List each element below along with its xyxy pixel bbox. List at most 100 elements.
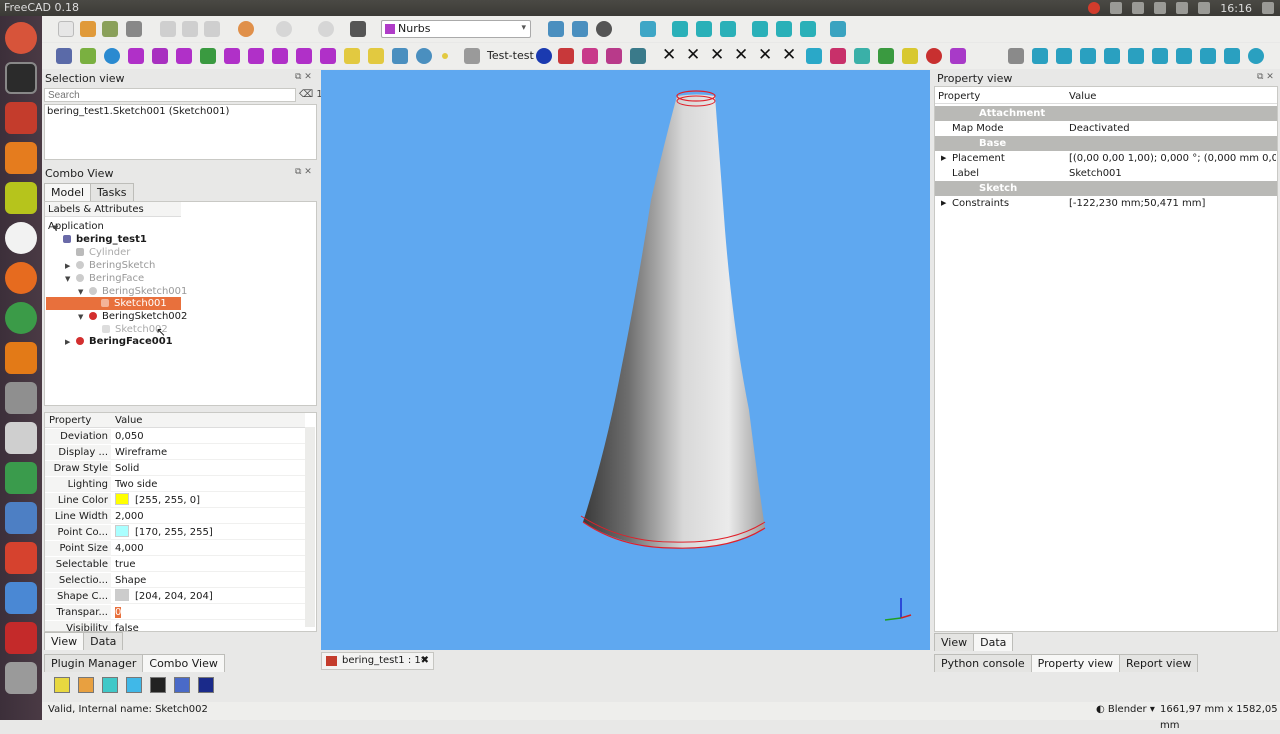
firefox-icon[interactable] [5,262,37,294]
spline-icon[interactable] [176,48,192,64]
copy-icon[interactable] [182,21,198,37]
tab-model[interactable]: Model [44,183,92,201]
musescore-icon[interactable] [5,222,37,254]
power-icon[interactable] [1262,2,1274,14]
search-input[interactable] [44,88,296,102]
close-icon[interactable]: ✕ [758,46,772,64]
grid-icon[interactable] [464,48,480,64]
property-row[interactable]: Point Size 4,000 [45,541,305,556]
tab-tasks[interactable]: Tasks [90,183,134,201]
settings-icon[interactable] [1110,2,1123,14]
property-value[interactable]: [255, 255, 0] [115,493,200,508]
property-value[interactable]: 0 [115,605,122,620]
property-row[interactable]: Deviation 0,050 [45,429,305,444]
property-group[interactable]: Sketch [935,181,1277,196]
eye-icon[interactable] [536,48,552,64]
grid-icon[interactable] [1008,48,1024,64]
macro-icon[interactable] [150,677,166,693]
surface-icon[interactable] [224,48,240,64]
property-row[interactable]: ▶ Constraints [-122,230 mm;50,471 mm] [935,196,1277,211]
spline-icon[interactable] [950,48,966,64]
tree-item-cylinder[interactable]: Cylinder [76,246,130,259]
chevron-down-icon[interactable]: ▼ [65,275,70,283]
move-icon[interactable] [392,48,408,64]
tree-item-beringface[interactable]: BeringFace [76,272,144,285]
snap-icon[interactable] [1080,48,1096,64]
macro-icon[interactable] [54,677,70,693]
tab-report-view[interactable]: Report view [1119,654,1199,672]
terminal-icon[interactable] [5,62,37,94]
spline-icon[interactable] [128,48,144,64]
snap-icon[interactable] [1224,48,1240,64]
property-value[interactable]: Solid [115,461,139,476]
sketch-icon[interactable] [582,48,598,64]
top-view-icon[interactable] [696,21,712,37]
property-value[interactable]: Wireframe [115,445,167,460]
arrow-up-icon[interactable] [272,48,288,64]
macro-icon[interactable] [174,677,190,693]
tree-item-sketch001-selected[interactable]: Sketch001 [46,297,181,310]
app-icon[interactable] [5,182,37,214]
chevron-down-icon[interactable]: ▼ [78,288,83,296]
rear-view-icon[interactable] [752,21,768,37]
close-icon[interactable]: ✖ [421,653,429,669]
selection-list[interactable]: bering_test1.Sketch001 (Sketch001) [44,104,317,160]
blender-icon[interactable] [5,342,37,374]
tab-data[interactable]: Data [83,632,124,650]
measure-icon[interactable] [830,21,846,37]
close-icon[interactable]: ✕ [734,46,748,64]
property-value[interactable]: Two side [115,477,157,492]
vlc-icon[interactable] [5,142,37,174]
property-value[interactable]: 4,000 [115,541,144,556]
open-file-icon[interactable] [80,21,96,37]
color-swatch[interactable] [115,589,129,601]
bottle-surface[interactable] [583,94,765,549]
property-value[interactable]: false [115,621,139,631]
app-icon[interactable] [5,422,37,454]
property-row[interactable]: Selectio... Shape [45,573,305,588]
tab-combo-view[interactable]: Combo View [142,654,225,672]
snap-icon[interactable] [1200,48,1216,64]
ubuntu-dash-icon[interactable] [5,22,37,54]
tree-item-beringsketch002[interactable]: BeringSketch002 [89,310,187,323]
point-icon[interactable] [442,53,448,59]
app-icon[interactable] [5,502,37,534]
cylinder-icon[interactable] [830,48,846,64]
surface-icon[interactable] [200,48,216,64]
selection-item[interactable]: bering_test1.Sketch001 (Sketch001) [45,105,316,118]
dock-buttons[interactable]: ⧉ ✕ [1257,72,1274,82]
tab-view[interactable]: View [44,632,85,650]
property-row[interactable]: Shape C... [204, 204, 204] [45,589,305,604]
bluetooth-icon[interactable] [1176,2,1189,14]
face-icon[interactable] [806,48,822,64]
document-tab[interactable]: bering_test1 : 1* ✖ [321,652,434,670]
color-swatch[interactable] [115,525,129,537]
tab-data[interactable]: Data [973,633,1014,651]
face-icon[interactable] [854,48,870,64]
refresh-icon[interactable] [318,21,334,37]
property-row[interactable]: ▶ Placement [(0,00 0,00 1,00); 0,000 °; (0… [935,151,1277,166]
isometric-view-icon[interactable] [640,21,656,37]
snap-icon[interactable] [1152,48,1168,64]
property-row[interactable]: Transpar... 0 [45,605,305,620]
sketch-icon[interactable] [630,48,646,64]
property-value[interactable]: [-122,230 mm;50,471 mm] [1069,196,1276,211]
property-table[interactable]: Property Value Deviation 0,050 Display ...… [44,412,317,632]
cylinder-icon[interactable] [368,48,384,64]
spline-icon[interactable] [320,48,336,64]
chevron-right-icon[interactable]: ▶ [65,338,70,346]
fit-selection-icon[interactable] [572,21,588,37]
property-row[interactable]: Line Color [255, 255, 0] [45,493,305,508]
eye-icon[interactable] [198,677,214,693]
tab-view[interactable]: View [934,633,975,651]
property-value[interactable]: 0,050 [115,429,144,444]
filezilla-icon[interactable] [5,622,37,654]
lock-icon[interactable] [1032,48,1048,64]
chevron-down-icon[interactable]: ▼ [53,224,58,232]
close-icon[interactable]: ✕ [662,46,676,64]
volume-icon[interactable] [1198,2,1211,14]
snap-icon[interactable] [1104,48,1120,64]
spline-icon[interactable] [296,48,312,64]
sketch-icon[interactable] [606,48,622,64]
right-view-icon[interactable] [720,21,736,37]
